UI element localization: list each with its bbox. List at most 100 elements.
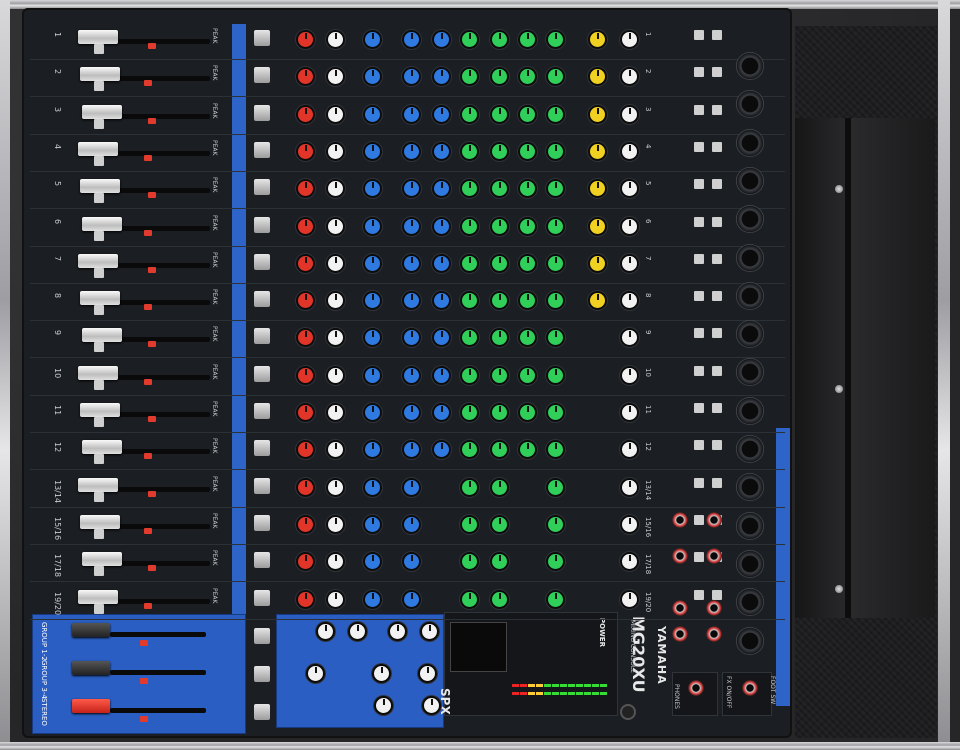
- bus-fader[interactable]: [72, 699, 110, 713]
- channel-knob[interactable]: [492, 218, 507, 234]
- input-switch[interactable]: [712, 589, 722, 600]
- input-switch[interactable]: [712, 104, 722, 115]
- pan-knob[interactable]: [622, 32, 637, 47]
- xlr-input[interactable]: [736, 281, 764, 310]
- channel-knob[interactable]: [462, 367, 477, 383]
- channel-fader[interactable]: [78, 477, 118, 492]
- channel-knob[interactable]: [328, 591, 343, 607]
- channel-knob[interactable]: [492, 591, 507, 607]
- channel-knob[interactable]: [404, 32, 419, 47]
- channel-knob[interactable]: [548, 218, 563, 234]
- input-switch[interactable]: [712, 30, 722, 40]
- master-knob[interactable]: [308, 666, 323, 681]
- channel-knob[interactable]: [520, 218, 535, 234]
- channel-knob[interactable]: [298, 32, 313, 47]
- comp-knob[interactable]: [590, 106, 605, 122]
- mute-button[interactable]: [94, 603, 104, 614]
- channel-knob[interactable]: [328, 143, 343, 159]
- channel-fader[interactable]: [82, 216, 122, 231]
- on-button[interactable]: [254, 216, 270, 233]
- channel-knob[interactable]: [404, 293, 419, 309]
- channel-knob[interactable]: [548, 255, 563, 271]
- channel-knob[interactable]: [462, 32, 477, 47]
- channel-knob[interactable]: [548, 516, 563, 532]
- channel-fader[interactable]: [82, 328, 122, 343]
- pan-knob[interactable]: [622, 218, 637, 234]
- input-switch[interactable]: [694, 589, 704, 600]
- channel-knob[interactable]: [328, 106, 343, 122]
- master-knob[interactable]: [350, 624, 365, 639]
- channel-knob[interactable]: [492, 255, 507, 271]
- channel-knob[interactable]: [492, 143, 507, 159]
- channel-knob[interactable]: [548, 106, 563, 122]
- xlr-input[interactable]: [736, 166, 764, 195]
- mute-button[interactable]: [94, 454, 104, 465]
- channel-knob[interactable]: [298, 218, 313, 234]
- bus-fader[interactable]: [72, 623, 110, 637]
- mute-button[interactable]: [94, 155, 104, 166]
- line-input-jack[interactable]: [706, 512, 722, 528]
- comp-knob[interactable]: [590, 143, 605, 159]
- xlr-input[interactable]: [736, 588, 764, 617]
- pan-knob[interactable]: [622, 293, 637, 309]
- line-input-jack[interactable]: [672, 512, 688, 528]
- master-knob[interactable]: [420, 666, 435, 681]
- input-switch[interactable]: [712, 403, 722, 413]
- channel-knob[interactable]: [298, 106, 313, 122]
- channel-knob[interactable]: [548, 32, 563, 47]
- channel-knob[interactable]: [365, 293, 380, 309]
- on-button[interactable]: [254, 253, 270, 270]
- channel-knob[interactable]: [328, 367, 343, 383]
- channel-knob[interactable]: [365, 516, 380, 532]
- channel-knob[interactable]: [404, 106, 419, 122]
- comp-knob[interactable]: [590, 293, 605, 309]
- pan-knob[interactable]: [622, 405, 637, 420]
- comp-knob[interactable]: [590, 32, 605, 47]
- input-switch[interactable]: [712, 440, 722, 451]
- channel-knob[interactable]: [328, 255, 343, 271]
- channel-knob[interactable]: [434, 32, 449, 47]
- mute-button[interactable]: [94, 342, 104, 353]
- master-knob[interactable]: [422, 624, 437, 639]
- input-switch[interactable]: [694, 216, 704, 227]
- on-button[interactable]: [254, 328, 270, 345]
- input-switch[interactable]: [694, 403, 704, 413]
- channel-knob[interactable]: [462, 293, 477, 309]
- channel-knob[interactable]: [328, 405, 343, 420]
- on-button[interactable]: [254, 179, 270, 196]
- channel-knob[interactable]: [492, 405, 507, 420]
- pan-knob[interactable]: [622, 143, 637, 159]
- channel-knob[interactable]: [520, 293, 535, 309]
- channel-knob[interactable]: [548, 143, 563, 159]
- input-switch[interactable]: [694, 552, 704, 563]
- mute-button[interactable]: [94, 193, 104, 204]
- input-switch[interactable]: [712, 67, 722, 78]
- on-button[interactable]: [254, 589, 270, 606]
- channel-knob[interactable]: [298, 367, 313, 383]
- channel-fader[interactable]: [80, 291, 120, 306]
- xlr-input[interactable]: [736, 205, 764, 234]
- channel-fader[interactable]: [80, 403, 120, 417]
- phones-jack[interactable]: [688, 680, 704, 696]
- master-knob[interactable]: [318, 624, 333, 639]
- channel-knob[interactable]: [492, 479, 507, 495]
- channel-knob[interactable]: [298, 516, 313, 532]
- channel-knob[interactable]: [548, 293, 563, 309]
- mute-button[interactable]: [94, 267, 104, 278]
- channel-fader[interactable]: [82, 552, 122, 567]
- input-switch[interactable]: [712, 253, 722, 264]
- bus-button[interactable]: [254, 666, 270, 682]
- channel-knob[interactable]: [404, 591, 419, 607]
- mute-button[interactable]: [94, 379, 104, 390]
- on-button[interactable]: [254, 403, 270, 419]
- comp-knob[interactable]: [590, 255, 605, 271]
- on-button[interactable]: [254, 477, 270, 494]
- channel-knob[interactable]: [404, 516, 419, 532]
- input-switch[interactable]: [694, 328, 704, 339]
- channel-knob[interactable]: [434, 293, 449, 309]
- on-button[interactable]: [254, 440, 270, 457]
- master-knob[interactable]: [390, 624, 405, 639]
- channel-knob[interactable]: [365, 106, 380, 122]
- mute-button[interactable]: [94, 118, 104, 129]
- pan-knob[interactable]: [622, 479, 637, 495]
